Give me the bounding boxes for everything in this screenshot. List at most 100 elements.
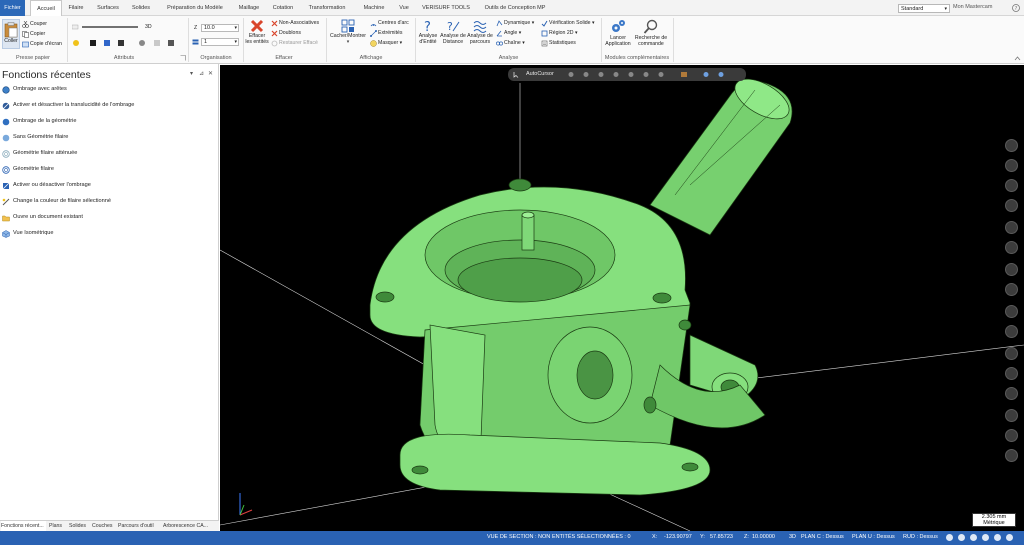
duplicates-icon[interactable] [271,30,278,37]
screen-copy-button[interactable]: Copie d'écran [30,41,62,47]
angle-icon[interactable] [496,30,503,37]
arc-centers-button[interactable]: Centres d'arc [378,20,409,26]
non-associative-icon[interactable] [271,20,278,27]
green-part-model[interactable] [369,71,795,496]
erase-entities-button[interactable]: Effacer les entités [245,19,269,45]
non-associative-button[interactable]: Non-Associatives [279,20,319,26]
recent-item[interactable]: Ouvre un document existant [0,212,218,226]
section-view-icon[interactable] [1005,409,1018,422]
iso-view-icon[interactable] [1005,283,1018,296]
region-2d-icon[interactable] [541,30,548,37]
tab-transformation[interactable]: Transformation [304,0,350,16]
collapse-ribbon-icon[interactable] [1014,56,1021,61]
selection-tools-icons[interactable] [566,71,736,78]
cut-button[interactable]: Couper [30,21,47,27]
attribute-colors-icon[interactable] [72,39,182,47]
layout-select[interactable]: Standard ▾ [898,4,950,13]
recent-item[interactable]: Ombrage avec arêtes [0,84,218,98]
angle-button[interactable]: Angle ▾ [504,30,521,36]
recent-item[interactable]: Géométrie filaire atténuée [0,148,218,162]
pin-icon[interactable]: ⊿ [199,70,204,77]
recent-item[interactable]: Change la couleur de filaire sélectionné [0,196,218,210]
toolpath-analysis-button[interactable]: Analyse de parcours [467,19,493,45]
tab-cad-tree[interactable]: Arborescence CA... [163,521,211,531]
no-entry-icon[interactable] [1005,449,1018,462]
section-view-status[interactable]: VUE DE SECTION : NON [487,534,550,540]
right-view-icon[interactable] [1005,263,1018,276]
mode-3d-status[interactable]: 3D [789,534,796,540]
solid-check-icon[interactable] [541,20,548,27]
tab-maillage[interactable]: Maillage [234,0,264,16]
dynamic-icon[interactable] [496,20,503,27]
zoom-fit-icon[interactable] [1005,139,1018,152]
endpoints-button[interactable]: Extrémités [378,30,403,36]
graphics-viewport[interactable]: AutoCursor 2.305 mm Métrique [220,65,1024,531]
line-style-icon[interactable] [72,24,142,30]
tab-outils-conception-mp[interactable]: Outils de Conception MP [478,0,552,16]
solid-check-button[interactable]: Vérification Solide ▾ [549,20,595,26]
expand-group-icon[interactable] [180,55,186,61]
close-icon[interactable]: ✕ [208,70,213,77]
dynamic-button[interactable]: Dynamique ▾ [504,20,534,26]
mask-icon[interactable] [370,40,377,47]
arc-center-icon[interactable] [370,20,377,27]
hidden-lines-icon[interactable] [1005,367,1018,380]
command-search-button[interactable]: Recherche de commande [633,19,669,47]
tab-verisurf-tools[interactable]: VERISURF TOOLS [418,0,474,16]
user-name[interactable]: Mon Mastercam [953,4,992,10]
mode-3d-button[interactable]: 3D [145,24,152,30]
autocursor-label[interactable]: AutoCursor [526,71,554,77]
translucent-icon[interactable] [1005,387,1018,400]
tab-preparation-modele[interactable]: Préparation du Modèle [160,0,230,16]
tab-solides[interactable]: Solides [127,0,155,16]
tab-recent-functions[interactable]: Fonctions récent... [1,521,46,531]
status-icon[interactable] [946,534,953,541]
viewport-quick-toolbar[interactable]: AutoCursor [508,68,746,81]
entity-analysis-button[interactable]: ? Analyse d'Entité [417,19,439,45]
recent-item[interactable]: Activer et désactiver la translucidité d… [0,100,218,114]
chain-icon[interactable] [496,40,503,47]
tab-couches[interactable]: Couches [92,521,114,531]
tab-machine[interactable]: Machine [358,0,390,16]
tab-filaire[interactable]: Filaire [64,0,88,16]
recent-item[interactable]: Géométrie filaire [0,164,218,178]
recent-item[interactable]: Ombrage de la géométrie [0,116,218,130]
panel-dropdown-icon[interactable]: ▾ [190,70,193,77]
tab-cotation[interactable]: Cotation [268,0,298,16]
cplane-status[interactable]: PLAN C : Dessus [801,534,844,540]
tab-accueil[interactable]: Accueil [30,0,62,17]
recent-item[interactable]: Activer ou désactiver l'ombrage [0,180,218,194]
tab-fichier[interactable]: Fichier [0,0,25,16]
clear-colors-icon[interactable] [1005,429,1018,442]
status-icon[interactable] [994,534,1001,541]
copy-icon[interactable] [22,31,29,38]
tab-vue[interactable]: Vue [393,0,415,16]
copy-button[interactable]: Copier [30,31,45,37]
model-canvas[interactable] [220,65,1024,531]
recent-item[interactable]: Vue Isométrique [0,228,218,242]
tab-toolpaths[interactable]: Parcours d'outil [118,521,160,531]
shaded-edges-view-icon[interactable] [1005,347,1018,360]
zoom-in-icon[interactable] [1005,179,1018,192]
level-field[interactable]: 1 ▾ [201,38,239,46]
tab-solides[interactable]: Solides [69,521,89,531]
status-icon[interactable] [958,534,965,541]
tab-plans[interactable]: Plans [49,521,65,531]
status-icon[interactable] [982,534,989,541]
region-2d-button[interactable]: Région 2D ▾ [549,30,578,36]
statistics-icon[interactable] [541,40,548,47]
zoom-out-icon[interactable] [1005,199,1018,212]
status-icon[interactable] [1006,534,1013,541]
gview-status[interactable]: RUD : Dessus [903,534,938,540]
paste-button[interactable]: Coller [2,19,20,49]
z-depth-field[interactable]: 10.0 ▾ [201,24,239,32]
launch-application-button[interactable]: Lancer Application [603,19,633,47]
endpoints-icon[interactable] [370,30,377,37]
duplicates-button[interactable]: Doublons [279,30,301,36]
tplane-status[interactable]: PLAN U : Dessus [852,534,895,540]
chain-button[interactable]: Chaîne ▾ [504,40,525,46]
zoom-window-icon[interactable] [1005,159,1018,172]
distance-analysis-button[interactable]: ? Analyse de Distance [440,19,466,45]
hide-show-button[interactable]: Cacher/Montrer ▾ [328,19,368,45]
scissors-icon[interactable] [22,21,29,28]
